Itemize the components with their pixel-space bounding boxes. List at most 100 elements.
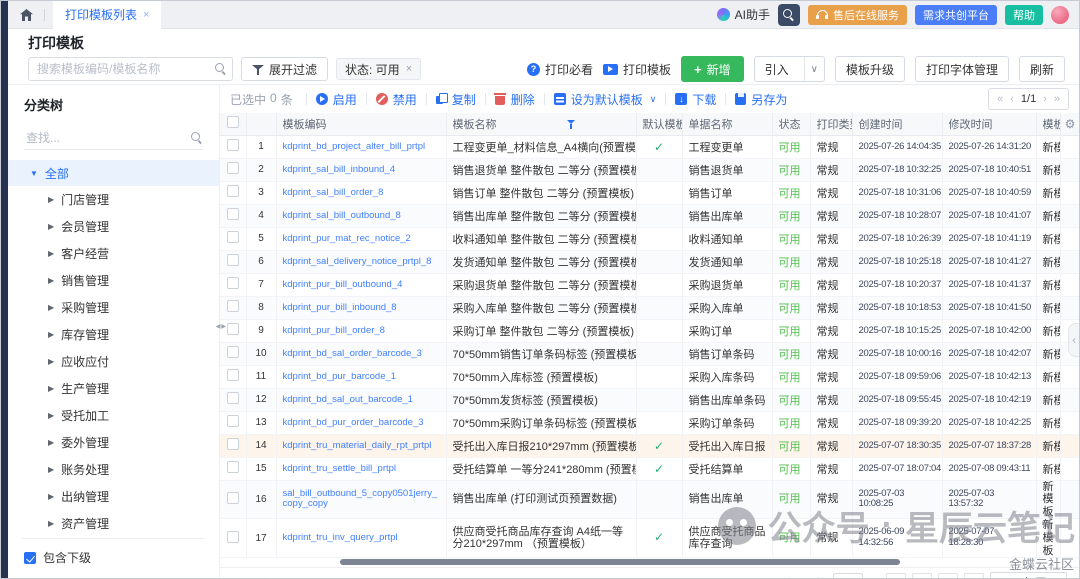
add-button[interactable]: + 新增 [681, 56, 744, 82]
close-icon[interactable]: × [406, 63, 412, 75]
row-checkbox[interactable] [227, 185, 239, 197]
row-checkbox[interactable] [227, 208, 239, 220]
cell-template-code[interactable]: kdprint_tru_settle_bill_prtpl [276, 457, 446, 480]
tree-item[interactable]: ▶客户经营 [8, 240, 219, 267]
last-page-icon[interactable]: » [964, 573, 984, 579]
action-download-button[interactable]: 下载 [675, 91, 716, 108]
cell-template-code[interactable]: kdprint_tru_material_daily_rpt_prtpl [276, 434, 446, 457]
tree-item-all[interactable]: ▼ 全部 [8, 160, 219, 186]
cell-template-code[interactable]: kdprint_sal_delivery_notice_prtpl_8 [276, 250, 446, 273]
page-size-select[interactable]: 1000条/页 ∨ [990, 572, 1067, 579]
cell-template-code[interactable]: kdprint_bd_pur_order_barcode_3 [276, 411, 446, 434]
row-checkbox[interactable] [227, 254, 239, 266]
next-page-icon[interactable]: › [1043, 93, 1047, 105]
first-page-icon[interactable]: « [997, 93, 1003, 105]
cell-template-code[interactable]: kdprint_tru_inv_query_prtpl [276, 519, 446, 558]
row-checkbox[interactable] [227, 300, 239, 312]
sidebar-search-input[interactable] [24, 130, 191, 146]
cell-template-code[interactable]: kdprint_pur_bill_inbound_8 [276, 296, 446, 319]
page-number-input[interactable]: 1 [833, 573, 863, 579]
last-page-icon[interactable]: » [1054, 93, 1060, 105]
cell-template-code[interactable]: kdprint_pur_bill_order_8 [276, 319, 446, 342]
tree-item[interactable]: ▶生产管理 [8, 375, 219, 402]
caret-down-icon[interactable]: ▼ [30, 169, 38, 178]
row-checkbox[interactable] [227, 492, 239, 504]
row-checkbox[interactable] [227, 139, 239, 151]
action-delete-button[interactable]: 删除 [495, 91, 535, 108]
row-checkbox[interactable] [227, 231, 239, 243]
cell-template-code[interactable]: kdprint_bd_project_alter_bill_prtpl [276, 135, 446, 158]
row-checkbox[interactable] [227, 415, 239, 427]
cell-bill-name: 受托出入库日报 [682, 434, 772, 457]
action-enable-button[interactable]: 启用 [316, 91, 357, 108]
save-as-icon [735, 93, 746, 105]
cell-print-type: 常规 [810, 388, 852, 411]
select-all-checkbox[interactable] [227, 116, 239, 128]
tree-item[interactable]: ▶销售管理 [8, 267, 219, 294]
print-template-video-link[interactable]: 打印模板 [603, 61, 671, 78]
tree-item[interactable]: ▶委外管理 [8, 429, 219, 456]
cell-status: 可用 [772, 296, 810, 319]
tree-item[interactable]: ▶库存管理 [8, 321, 219, 348]
template-search-input[interactable] [28, 57, 233, 81]
search-icon[interactable] [191, 132, 203, 144]
cell-template-code[interactable]: kdprint_sal_bill_inbound_4 [276, 158, 446, 181]
tree-item[interactable]: ▶门店管理 [8, 186, 219, 213]
tree-item[interactable]: ▶资产管理 [8, 510, 219, 537]
refresh-button[interactable]: 刷新 [1019, 56, 1065, 82]
cell-template-code[interactable]: sal_bill_outbound_5_copy0501jerry_copy_c… [276, 480, 446, 519]
row-checkbox[interactable] [227, 323, 239, 335]
tab-print-template-list[interactable]: 打印模板列表 × [53, 1, 161, 29]
print-font-mgmt-button[interactable]: 打印字体管理 [915, 56, 1009, 82]
expand-filter-button[interactable]: 展开过滤 [241, 57, 328, 81]
global-search-button[interactable] [778, 4, 800, 26]
tree-item[interactable]: ▶账务处理 [8, 456, 219, 483]
first-page-icon[interactable]: « [886, 573, 906, 579]
search-icon[interactable] [215, 63, 227, 75]
include-sub-checkbox[interactable] [24, 552, 36, 564]
action-copy-button[interactable]: 复制 [436, 91, 476, 108]
template-upgrade-button[interactable]: 模板升级 [835, 56, 905, 82]
print-must-read-link[interactable]: 打印必看 [527, 61, 593, 78]
close-icon[interactable]: × [143, 9, 149, 21]
avatar[interactable] [1051, 6, 1069, 24]
row-checkbox[interactable] [227, 369, 239, 381]
row-checkbox[interactable] [227, 277, 239, 289]
cell-template-code[interactable]: kdprint_pur_mat_rec_notice_2 [276, 227, 446, 250]
cell-template-code[interactable]: kdprint_bd_sal_out_barcode_1 [276, 388, 446, 411]
action-set-default-button[interactable]: 设为默认模板∨ [554, 91, 657, 108]
help-button[interactable]: 帮助 [1005, 5, 1043, 25]
cell-template-code[interactable]: kdprint_sal_bill_outbound_8 [276, 204, 446, 227]
next-page-icon[interactable]: › [938, 573, 958, 579]
co-create-platform-button[interactable]: 需求共创平台 [915, 5, 997, 25]
sidebar-collapse-handle[interactable]: ◀▶ [216, 323, 227, 330]
tree-item[interactable]: ▶应收应付 [8, 348, 219, 375]
row-checkbox[interactable] [227, 461, 239, 473]
action-save-as-button[interactable]: 另存为 [735, 91, 787, 108]
tree-item[interactable]: ▶受托加工 [8, 402, 219, 429]
after-sales-button[interactable]: 售后在线服务 [808, 5, 907, 25]
import-button[interactable]: 引入 ∨ [754, 56, 825, 82]
filter-icon[interactable] [567, 120, 576, 129]
tree-item[interactable]: ▶会员管理 [8, 213, 219, 240]
home-button[interactable] [8, 1, 44, 29]
row-checkbox[interactable] [227, 531, 239, 543]
prev-page-icon[interactable]: ‹ [912, 573, 932, 579]
cell-template-code[interactable]: kdprint_pur_bill_outbound_4 [276, 273, 446, 296]
row-checkbox[interactable] [227, 392, 239, 404]
gear-icon[interactable]: ⚙ [1065, 117, 1076, 131]
action-disable-button[interactable]: 禁用 [376, 91, 417, 108]
cell-template-code[interactable]: kdprint_bd_pur_barcode_1 [276, 365, 446, 388]
row-checkbox[interactable] [227, 438, 239, 450]
chevron-down-icon[interactable]: ∨ [804, 57, 824, 81]
right-panel-collapse-handle[interactable]: ‹ [1068, 323, 1079, 357]
cell-template-code[interactable]: kdprint_sal_bill_order_8 [276, 181, 446, 204]
cell-template-code[interactable]: kdprint_bd_sal_order_barcode_3 [276, 342, 446, 365]
row-checkbox[interactable] [227, 346, 239, 358]
ai-assistant-button[interactable]: AI助手 [717, 6, 770, 23]
prev-page-icon[interactable]: ‹ [1010, 93, 1014, 105]
horizontal-scrollbar[interactable] [340, 559, 900, 565]
tree-item[interactable]: ▶出纳管理 [8, 483, 219, 510]
tree-item[interactable]: ▶采购管理 [8, 294, 219, 321]
row-checkbox[interactable] [227, 162, 239, 174]
